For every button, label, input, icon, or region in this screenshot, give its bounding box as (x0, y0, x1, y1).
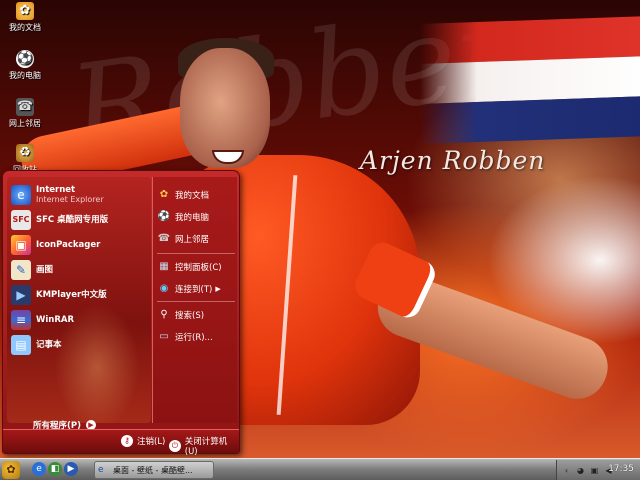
computer-icon: ⚽ (16, 50, 34, 68)
network-icon: ☎ (16, 98, 34, 116)
desktop-icon-label: 我的文档 (9, 23, 41, 32)
key-icon: ⚷ (121, 435, 133, 447)
paint-icon: ✎ (11, 260, 31, 280)
tool-label: 连接到(T) (175, 285, 213, 295)
connect-icon: ◉ (159, 283, 169, 294)
program-kmplayer[interactable]: ▶ KMPlayer中文版 (11, 283, 151, 307)
start-menu-footer: ⚷ 注销(L) ⏻ 关闭计算机(U) (3, 429, 239, 457)
qq-icon[interactable]: ◕ (575, 465, 586, 476)
tool-control-panel[interactable]: ▦ 控制面板(C) (157, 257, 237, 277)
program-label: WinRAR (36, 315, 75, 325)
program-label: IconPackager (36, 240, 101, 250)
winrar-icon: ≡ (11, 310, 31, 330)
notepad-icon: ▤ (11, 335, 31, 355)
program-paint[interactable]: ✎ 画图 (11, 258, 151, 282)
place-my-computer[interactable]: ⚽ 我的电脑 (157, 207, 237, 227)
ie-icon: e (11, 185, 31, 205)
desktop-icon-my-documents[interactable]: ✿ 我的文档 (0, 2, 50, 33)
logoff-label: 注销(L) (137, 437, 166, 447)
iconpackager-icon: ▣ (11, 235, 31, 255)
program-label: KMPlayer中文版 (36, 290, 107, 300)
system-tray: ‹ ◕ ▣ ◀ 17:35 (556, 460, 640, 480)
recycle-bin-icon: ♻ (16, 144, 34, 162)
logoff-button[interactable]: ⚷ 注销(L) (121, 435, 165, 447)
desktop-icon-my-computer[interactable]: ⚽ 我的电脑 (0, 50, 50, 81)
folder-docs-icon: ✿ (16, 2, 34, 20)
tool-label: 搜索(S) (175, 311, 205, 321)
search-icon: ⚲ (160, 309, 168, 320)
program-winrar[interactable]: ≡ WinRAR (11, 308, 151, 332)
folder-docs-icon: ✿ (159, 189, 169, 200)
taskbar-window-button[interactable]: e 桌面 - 壁纸 - 桌酷壁... (94, 461, 214, 479)
taskbar: ✿ e ◧ ▶ e 桌面 - 壁纸 - 桌酷壁... ‹ ◕ ▣ ◀ 17:35 (0, 458, 640, 480)
sfc-icon: SFC (11, 210, 31, 230)
program-sfc[interactable]: SFC SFC 桌酷网专用版 (11, 208, 151, 232)
tray-chevron-icon[interactable]: ‹ (561, 465, 572, 476)
network-tray-icon[interactable]: ▣ (589, 465, 600, 476)
desktop-icon-network[interactable]: ☎ 网上邻居 (0, 98, 50, 129)
program-label: 画图 (36, 265, 54, 275)
place-label: 我的文档 (175, 191, 210, 201)
quicklaunch-media-icon[interactable]: ▶ (64, 462, 78, 476)
place-network[interactable]: ☎ 网上邻居 (157, 229, 237, 249)
place-label: 我的电脑 (175, 213, 210, 223)
shutdown-label: 关闭计算机(U) (184, 437, 228, 457)
program-label: SFC 桌酷网专用版 (36, 215, 109, 225)
quicklaunch-desktop-icon[interactable]: ◧ (48, 462, 62, 476)
tool-label: 运行(R)... (175, 333, 213, 343)
desktop-icon-label: 我的电脑 (9, 71, 41, 80)
submenu-arrow-icon: ▶ (215, 285, 221, 293)
tool-run[interactable]: ▭ 运行(R)... (157, 327, 237, 347)
ie-icon: e (98, 465, 104, 475)
place-my-documents[interactable]: ✿ 我的文档 (157, 185, 237, 205)
program-sublabel: Internet Explorer (36, 195, 104, 204)
pinned-programs-panel: e Internet Internet Explorer SFC SFC 桌酷网… (7, 177, 151, 423)
network-icon: ☎ (157, 233, 171, 244)
taskbar-window-title: 桌面 - 壁纸 - 桌酷壁... (113, 465, 193, 475)
tool-connect-to[interactable]: ◉ 连接到(T) ▶ (157, 279, 237, 299)
places-panel: ✿ 我的文档 ⚽ 我的电脑 ☎ 网上邻居 ▦ 控制面板(C) ◉ 连接到(T) … (152, 177, 237, 423)
program-label: 记事本 (36, 340, 62, 350)
tool-search[interactable]: ⚲ 搜索(S) (157, 305, 237, 325)
desktop-icon-label: 网上邻居 (9, 119, 41, 128)
shutdown-button[interactable]: ⏻ 关闭计算机(U) (169, 435, 239, 457)
computer-icon: ⚽ (157, 211, 171, 222)
start-menu: e Internet Internet Explorer SFC SFC 桌酷网… (2, 170, 240, 457)
menu-separator (157, 253, 235, 254)
program-notepad[interactable]: ▤ 记事本 (11, 333, 151, 357)
run-icon: ▭ (159, 331, 169, 342)
quicklaunch-ie-icon[interactable]: e (32, 462, 46, 476)
kmplayer-icon: ▶ (11, 285, 31, 305)
program-iconpackager[interactable]: ▣ IconPackager (11, 233, 151, 257)
dutch-flag (420, 15, 640, 145)
start-button[interactable]: ✿ (2, 461, 20, 479)
power-icon: ⏻ (169, 440, 181, 452)
player-signature: Arjen Robben (360, 146, 546, 175)
place-label: 网上邻居 (175, 235, 210, 245)
program-label: Internet (36, 185, 76, 195)
clock[interactable]: 17:35 (608, 464, 634, 474)
menu-separator (157, 301, 235, 302)
program-internet[interactable]: e Internet Internet Explorer (11, 183, 151, 207)
tool-label: 控制面板(C) (175, 263, 222, 273)
control-panel-icon: ▦ (159, 261, 169, 272)
